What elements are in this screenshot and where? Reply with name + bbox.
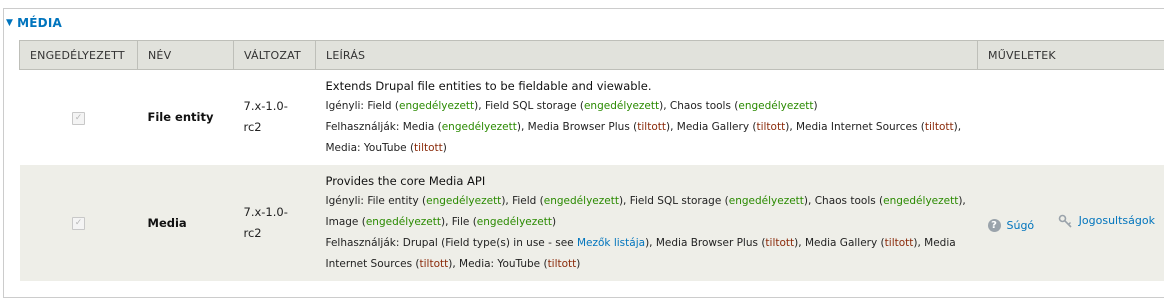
- version-line2: rc2: [244, 223, 316, 244]
- key-icon: [1058, 214, 1074, 228]
- section-legend[interactable]: ▼ MÉDIA: [6, 13, 66, 33]
- module-name: Media: [138, 165, 234, 281]
- version-line1: 7.x-1.0-: [244, 202, 316, 223]
- help-link[interactable]: ? Súgó: [988, 219, 1035, 232]
- description-text: Extends Drupal file entities to be field…: [326, 76, 968, 96]
- required-by-line: Felhasználják: Drupal (Field type(s) in …: [326, 233, 968, 275]
- help-label: Súgó: [1007, 219, 1035, 232]
- version-line1: 7.x-1.0-: [244, 96, 316, 117]
- module-name: File entity: [138, 70, 234, 165]
- column-header-description: LEÍRÁS: [316, 41, 978, 70]
- enabled-cell: ✓: [20, 165, 138, 281]
- column-header-version: VÁLTOZAT: [234, 41, 316, 70]
- module-version: 7.x-1.0- rc2: [234, 165, 316, 281]
- operations-cell: ? Súgó Jogosultságok: [978, 165, 1164, 281]
- requires-line: Igényli: File entity (engedélyezett), Fi…: [326, 191, 968, 233]
- column-header-operations: MŰVELETEK: [978, 41, 1164, 70]
- permissions-label: Jogosultságok: [1079, 214, 1155, 227]
- description-text: Provides the core Media API: [326, 171, 968, 191]
- enabled-checkbox-disabled: ✓: [72, 217, 85, 230]
- enabled-cell: ✓: [20, 70, 138, 165]
- modules-table: ENGEDÉLYEZETT NÉV VÁLTOZAT LEÍRÁS MŰVELE…: [19, 40, 1164, 281]
- table-row-file-entity: ✓ File entity 7.x-1.0- rc2 Extends Drupa…: [20, 70, 1164, 165]
- permissions-link[interactable]: Jogosultságok: [1058, 214, 1155, 228]
- module-description: Extends Drupal file entities to be field…: [316, 70, 978, 165]
- section-title[interactable]: MÉDIA: [17, 16, 62, 30]
- table-header-row: ENGEDÉLYEZETT NÉV VÁLTOZAT LEÍRÁS MŰVELE…: [20, 41, 1164, 70]
- field-list-link[interactable]: Mezők listája: [577, 237, 645, 249]
- operations-cell: [978, 70, 1164, 165]
- required-by-line: Felhasználják: Media (engedélyezett), Me…: [326, 117, 968, 159]
- triangle-down-icon[interactable]: ▼: [6, 18, 13, 28]
- requires-line: Igényli: Field (engedélyezett), Field SQ…: [326, 96, 968, 117]
- module-description: Provides the core Media API Igényli: Fil…: [316, 165, 978, 281]
- column-header-enabled: ENGEDÉLYEZETT: [20, 41, 138, 70]
- help-circle-icon: ?: [988, 219, 1001, 232]
- column-header-name: NÉV: [138, 41, 234, 70]
- enabled-checkbox-disabled: ✓: [72, 112, 85, 125]
- version-line2: rc2: [244, 117, 316, 138]
- module-version: 7.x-1.0- rc2: [234, 70, 316, 165]
- table-row-media: ✓ Media 7.x-1.0- rc2 Provides the core M…: [20, 165, 1164, 281]
